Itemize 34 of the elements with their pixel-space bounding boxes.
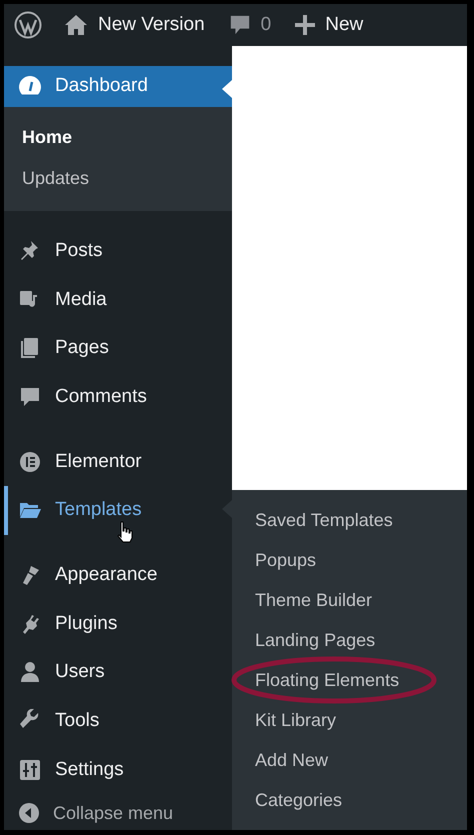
menu-item[interactable]: Settings bbox=[4, 745, 232, 794]
menu-item[interactable]: Tools bbox=[4, 696, 232, 746]
dashboard-menu-item[interactable]: Dashboard bbox=[4, 66, 232, 107]
menu-item[interactable]: Appearance bbox=[4, 550, 232, 600]
menu-item[interactable]: Posts bbox=[4, 226, 232, 276]
menu-item[interactable]: Elementor bbox=[4, 437, 232, 486]
menu-item[interactable]: Plugins bbox=[4, 599, 232, 648]
sliders-icon bbox=[18, 758, 42, 782]
user-icon bbox=[18, 660, 42, 684]
speech-bubble-icon[interactable] bbox=[228, 14, 251, 36]
comment-count: 0 bbox=[260, 14, 272, 36]
pointer-arrow-icon bbox=[222, 80, 232, 98]
submenu-item[interactable]: Updates bbox=[22, 158, 90, 199]
menu-item[interactable]: Pages bbox=[4, 324, 232, 373]
flyout-item[interactable]: Saved Templates bbox=[255, 500, 393, 540]
elementor-icon bbox=[18, 450, 42, 474]
menu-item[interactable]: Comments bbox=[4, 372, 232, 422]
flyout-item[interactable]: Theme Builder bbox=[255, 580, 372, 620]
menu-item[interactable]: Media bbox=[4, 275, 232, 324]
hand-cursor-icon bbox=[116, 520, 134, 543]
gauge-icon bbox=[18, 75, 42, 98]
submenu-item[interactable]: Home bbox=[22, 116, 72, 158]
wordpress-logo-icon[interactable] bbox=[14, 11, 42, 39]
flyout-item[interactable]: Landing Pages bbox=[255, 620, 376, 660]
new-link[interactable]: New bbox=[325, 14, 364, 36]
flyout-item[interactable]: Kit Library bbox=[255, 700, 336, 740]
flyout-item[interactable]: Categories bbox=[255, 780, 342, 820]
site-name-link[interactable]: New Version bbox=[98, 14, 205, 36]
menu-item[interactable]: Users bbox=[4, 648, 232, 697]
plus-icon[interactable] bbox=[295, 15, 316, 35]
flyout-item[interactable]: Popups bbox=[255, 540, 316, 580]
home-icon[interactable] bbox=[64, 14, 88, 36]
flyout-item[interactable]: Add New bbox=[255, 740, 328, 780]
collapse-menu-button[interactable]: Collapse menu bbox=[4, 794, 232, 832]
